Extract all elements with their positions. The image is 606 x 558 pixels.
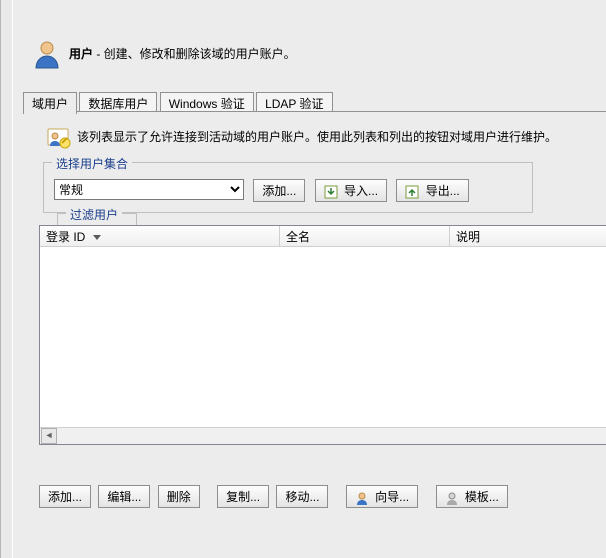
column-label: 说明	[456, 230, 480, 244]
tab-label: 数据库用户	[88, 97, 148, 111]
groupbox-legend: 过滤用户	[66, 206, 122, 223]
button-label: 编辑...	[107, 490, 141, 504]
page-title-bold: 用户	[69, 47, 93, 61]
info-text: 该列表显示了允许连接到活动域的用户账户。使用此列表和列出的按钮对域用户进行维护。	[45, 124, 584, 150]
tab-domain-users[interactable]: 域用户	[23, 92, 77, 114]
button-label: 删除	[167, 490, 191, 504]
button-label: 移动...	[285, 490, 319, 504]
users-admin-panel: 用户 - 创建、修改和删除该域的用户账户。 域用户 数据库用户 Windows …	[0, 0, 606, 558]
bottom-button-bar: 添加... 编辑... 删除 复制... 移动... 向导... 模板...	[39, 485, 512, 508]
page-header: 用户 - 创建、修改和删除该域的用户账户。	[31, 38, 606, 70]
users-table: 登录 ID 全名 说明 ◄	[39, 225, 606, 445]
button-label: 添加...	[262, 184, 296, 198]
button-label: 向导...	[375, 490, 409, 504]
import-icon	[324, 185, 338, 199]
button-label: 模板...	[465, 490, 499, 504]
tab-label: 域用户	[32, 97, 68, 111]
column-label: 登录 ID	[46, 230, 85, 244]
page-title-desc: - 创建、修改和删除该域的用户账户。	[93, 47, 296, 61]
info-row: 该列表显示了允许连接到活动域的用户账户。使用此列表和列出的按钮对域用户进行维护。	[45, 124, 584, 150]
move-button[interactable]: 移动...	[276, 485, 328, 508]
column-header-fullname[interactable]: 全名	[280, 226, 450, 246]
button-label: 导入...	[344, 184, 378, 198]
add-collection-button[interactable]: 添加...	[253, 179, 305, 202]
template-icon	[445, 491, 459, 505]
export-icon	[405, 185, 419, 199]
tab-label: LDAP 验证	[265, 97, 323, 111]
column-header-login-id[interactable]: 登录 ID	[40, 226, 280, 246]
horizontal-scrollbar[interactable]: ◄	[40, 427, 606, 444]
column-header-description[interactable]: 说明	[450, 226, 606, 246]
tab-label: Windows 验证	[169, 97, 245, 111]
sort-indicator-icon	[93, 235, 101, 240]
wizard-user-icon	[355, 491, 369, 505]
left-edge-strip	[1, 0, 13, 558]
add-button[interactable]: 添加...	[39, 485, 91, 508]
edit-button[interactable]: 编辑...	[98, 485, 150, 508]
page-title: 用户 - 创建、修改和删除该域的用户账户。	[31, 38, 606, 70]
import-button[interactable]: 导入...	[315, 179, 387, 202]
table-header: 登录 ID 全名 说明	[40, 226, 606, 247]
export-button[interactable]: 导出...	[396, 179, 468, 202]
button-label: 复制...	[226, 490, 260, 504]
button-label: 添加...	[48, 490, 82, 504]
user-sheet-icon	[45, 124, 71, 150]
delete-button[interactable]: 删除	[158, 485, 200, 508]
column-label: 全名	[286, 230, 310, 244]
template-button[interactable]: 模板...	[436, 485, 508, 508]
groupbox-legend: 选择用户集合	[52, 155, 132, 172]
wizard-button[interactable]: 向导...	[346, 485, 418, 508]
tab-bar: 域用户 数据库用户 Windows 验证 LDAP 验证	[23, 92, 606, 112]
button-label: 导出...	[426, 184, 460, 198]
user-collection-combo[interactable]: 常规	[54, 179, 244, 200]
scroll-left-arrow-icon[interactable]: ◄	[41, 428, 57, 444]
user-icon	[31, 38, 63, 70]
copy-button[interactable]: 复制...	[217, 485, 269, 508]
